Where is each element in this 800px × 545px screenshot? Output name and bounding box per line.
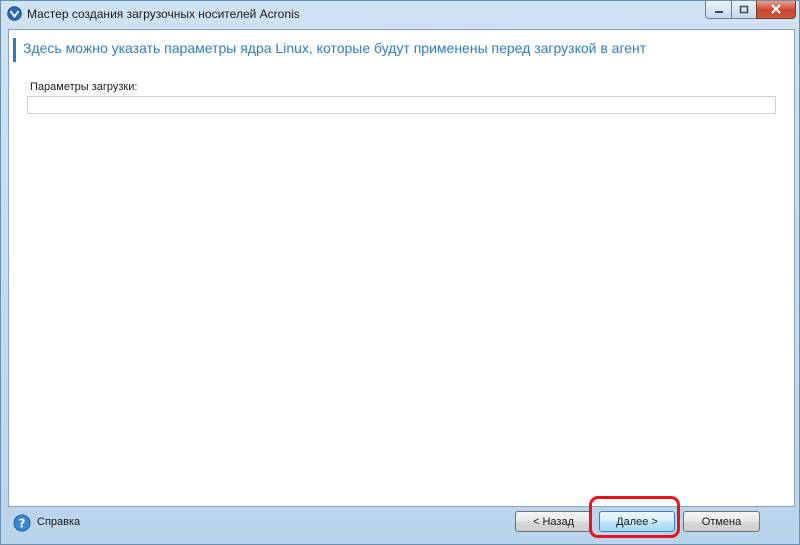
- maximize-icon: [739, 1, 749, 19]
- acronis-app-icon: [7, 6, 22, 21]
- svg-text:?: ?: [19, 517, 26, 531]
- minimize-icon: [714, 1, 724, 19]
- close-button[interactable]: [756, 1, 796, 19]
- boot-parameters-input[interactable]: [27, 96, 776, 114]
- minimize-button[interactable]: [705, 1, 732, 19]
- help-icon[interactable]: ?: [13, 514, 31, 532]
- cancel-button[interactable]: Отмена: [683, 511, 760, 532]
- boot-parameters-label: Параметры загрузки:: [30, 81, 138, 93]
- maximize-button[interactable]: [731, 1, 757, 19]
- next-button-highlight: [589, 496, 680, 538]
- window-title: Мастер создания загрузочных носителей Ac…: [27, 7, 300, 21]
- page-title: Здесь можно указать параметры ядра Linux…: [23, 40, 647, 56]
- wizard-window: Мастер создания загрузочных носителей Ac…: [0, 0, 800, 545]
- help-link[interactable]: Справка: [37, 516, 80, 528]
- wizard-content: Здесь можно указать параметры ядра Linux…: [8, 29, 795, 507]
- close-icon: [770, 1, 782, 19]
- title-bar[interactable]: Мастер создания загрузочных носителей Ac…: [1, 1, 799, 27]
- back-button[interactable]: < Назад: [515, 511, 592, 532]
- header-accent-bar: [13, 38, 16, 62]
